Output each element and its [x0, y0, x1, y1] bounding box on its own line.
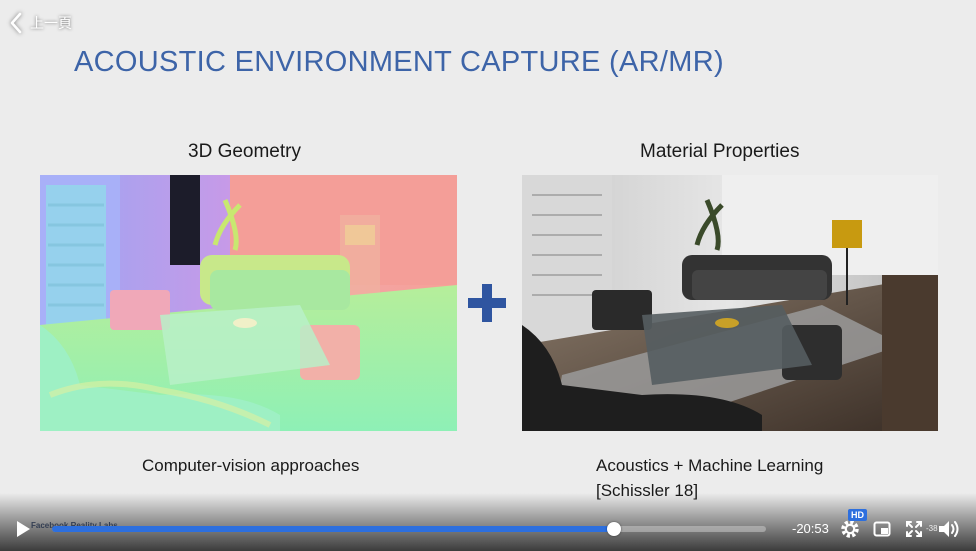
volume-icon[interactable] — [937, 518, 961, 540]
fullscreen-icon[interactable] — [905, 520, 923, 538]
slide-title: ACOUSTIC ENVIRONMENT CAPTURE (AR/MR) — [74, 46, 724, 78]
material-caption: Acoustics + Machine Learning — [596, 456, 824, 475]
volume-label: -38 — [926, 524, 938, 533]
material-render-image — [522, 175, 938, 431]
settings-icon[interactable] — [839, 518, 861, 540]
geometry-heading: 3D Geometry — [188, 141, 301, 162]
normals-render-image — [40, 175, 457, 431]
plus-icon — [468, 284, 506, 322]
back-label: 上一頁 — [30, 15, 72, 31]
video-controls: Facebook Reality Labs -20:53 HD -38 — [0, 493, 976, 551]
play-icon[interactable] — [14, 520, 32, 538]
video-stage[interactable]: 上一頁 ACOUSTIC ENVIRONMENT CAPTURE (AR/MR)… — [0, 0, 976, 551]
time-remaining: -20:53 — [792, 521, 829, 536]
hd-badge: HD — [848, 509, 867, 521]
progress-fill — [52, 526, 614, 532]
geometry-caption: Computer-vision approaches — [142, 456, 360, 475]
progress-handle[interactable] — [606, 522, 621, 536]
material-heading: Material Properties — [640, 141, 800, 162]
progress-bar[interactable] — [52, 522, 766, 536]
chevron-left-icon — [10, 12, 22, 34]
pip-icon[interactable] — [873, 520, 891, 538]
back-button[interactable]: 上一頁 — [10, 10, 72, 36]
